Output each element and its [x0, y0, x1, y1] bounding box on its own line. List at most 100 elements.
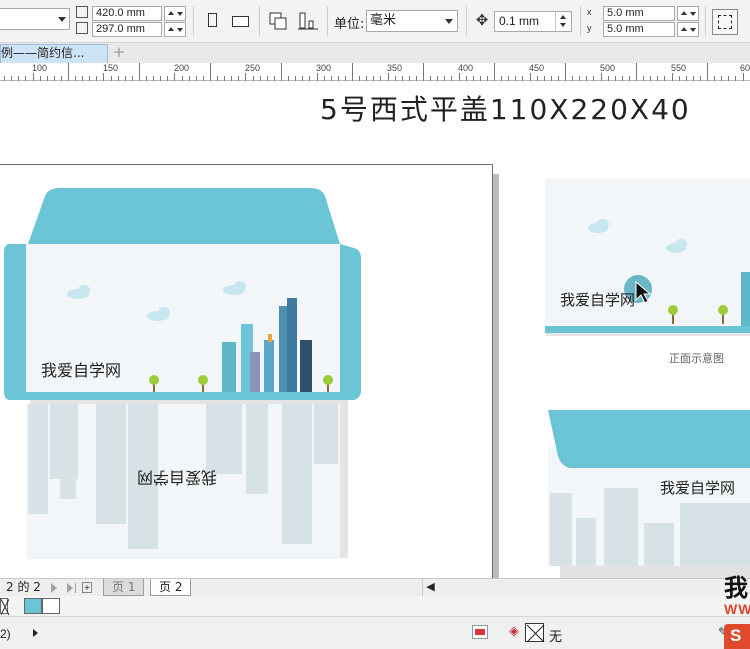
- arrow-down-icon: [177, 28, 183, 32]
- nudge-value: 0.1 mm: [499, 14, 540, 28]
- envelope-top-flap: [28, 188, 340, 244]
- no-color-icon: [526, 624, 545, 643]
- last-page-icon[interactable]: [67, 583, 73, 593]
- ruler-label: 350: [387, 63, 403, 73]
- watermark-url: WW: [724, 601, 750, 617]
- front-view-caption: 正面示意图: [669, 352, 724, 365]
- page-width-stepper[interactable]: [164, 6, 186, 21]
- envelope-spec-heading: 5号西式平盖110X220X40: [320, 93, 691, 126]
- all-pages-icon: [269, 12, 287, 30]
- brand-name-front: 我爱自学网: [41, 361, 122, 380]
- nudge-distance-input[interactable]: 0.1 mm: [494, 11, 572, 32]
- ruler-label: 150: [103, 63, 119, 73]
- arrow-up-icon: [681, 11, 687, 15]
- cyan-swatch[interactable]: [24, 598, 42, 614]
- duplicate-y-icon: y: [587, 23, 592, 33]
- envelope-right-flap: [340, 244, 361, 400]
- document-tab[interactable]: 例——简约信...: [0, 44, 108, 63]
- arrow-up-icon: [168, 27, 174, 31]
- page-border: [0, 164, 493, 165]
- ruler-label: 400: [458, 63, 474, 73]
- no-color-swatch[interactable]: [0, 598, 9, 615]
- arrow-up-icon: [560, 15, 566, 19]
- ruler-label: 250: [245, 63, 261, 73]
- toolbar-separator: [705, 6, 706, 36]
- preview-shadow: [560, 566, 750, 578]
- envelope-ground-stripe: [26, 392, 340, 400]
- page-frame-icon: [718, 15, 732, 29]
- duplicate-y-input[interactable]: 5.0 mm: [603, 22, 675, 37]
- new-tab-plus-icon[interactable]: +: [111, 45, 127, 61]
- landscape-button[interactable]: [228, 9, 252, 33]
- watermark-logo-letter: S: [730, 626, 742, 645]
- height-icon: [76, 22, 88, 34]
- page-width-input[interactable]: 420.0 mm: [92, 6, 162, 21]
- arrow-down-icon: [690, 28, 696, 32]
- toolbar-separator: [193, 6, 194, 36]
- toolbar-separator: [580, 6, 581, 36]
- fill-color-icon[interactable]: [472, 625, 488, 639]
- ruler-label: 500: [600, 63, 616, 73]
- status-expand-icon[interactable]: [33, 629, 38, 637]
- color-palette: [0, 596, 750, 617]
- toolbar-separator: [259, 6, 260, 36]
- ruler-label: 300: [316, 63, 332, 73]
- fill-swatch: [475, 629, 485, 635]
- page-height-input[interactable]: 297.0 mm: [92, 22, 162, 37]
- drawing-canvas[interactable]: 5号西式平盖110X220X40 我爱自学网 我爱自学网 我爱自学网 正面示意图…: [0, 82, 750, 578]
- no-color-icon: [1, 599, 9, 615]
- page-shadow: [493, 174, 499, 578]
- page-height-stepper[interactable]: [164, 22, 186, 37]
- chevron-down-icon: [58, 17, 66, 22]
- status-coordinates: 2): [0, 627, 11, 641]
- status-bar: 2) ◈ 无 ✎: [0, 617, 750, 649]
- ruler-label: 60: [740, 63, 750, 73]
- duplicate-x-stepper[interactable]: [677, 6, 699, 21]
- arrow-down-icon: [177, 12, 183, 16]
- current-page-button[interactable]: [296, 9, 320, 33]
- landscape-page-icon: [232, 16, 249, 27]
- ruler-label: 100: [32, 63, 48, 73]
- arrow-up-icon: [681, 27, 687, 31]
- page-navigator: 2 的 2 + 页 1 页 2 ◀: [0, 578, 750, 596]
- ruler-label: 200: [174, 63, 190, 73]
- tab-page-1[interactable]: 页 1: [103, 579, 145, 596]
- nudge-stepper[interactable]: [555, 12, 571, 31]
- arrow-down-icon: [560, 23, 566, 27]
- property-bar: 420.0 mm 297.0 mm 单位: 毫米 ✥ 0.1 mm x 5.0 …: [0, 0, 750, 43]
- preview-ground-stripe: [545, 326, 750, 333]
- portrait-button[interactable]: [200, 9, 224, 33]
- toolbar-separator: [327, 6, 328, 36]
- outline-none-label: 无: [549, 630, 563, 645]
- duplicate-y-stepper[interactable]: [677, 22, 699, 37]
- watermark-text: 我: [724, 573, 748, 602]
- units-dropdown[interactable]: 毫米: [366, 10, 458, 32]
- document-tab-bar: 例——简约信... +: [0, 43, 750, 63]
- outline-none-swatch[interactable]: [525, 623, 545, 643]
- ruler-label: 550: [671, 63, 687, 73]
- scroll-left-icon[interactable]: ◀: [422, 579, 438, 596]
- add-page-icon[interactable]: +: [82, 582, 92, 593]
- brand-name-mirrored: 我爱自学网: [137, 468, 218, 487]
- tab-page-2[interactable]: 页 2: [150, 579, 192, 596]
- watermark-logo: S: [724, 624, 750, 649]
- arrow-down-icon: [690, 12, 696, 16]
- current-page-icon: [298, 12, 318, 30]
- ruler-label: 450: [529, 63, 545, 73]
- portrait-page-icon: [208, 13, 217, 27]
- all-pages-button[interactable]: [266, 9, 290, 33]
- horizontal-ruler[interactable]: 100 150 200 250 300 350 400 450 500 550 …: [0, 63, 750, 81]
- outline-pen-icon[interactable]: ◈: [506, 624, 522, 640]
- white-swatch[interactable]: [42, 598, 60, 614]
- page-count: 2 的 2: [6, 580, 41, 594]
- width-icon: [76, 6, 88, 18]
- envelope-front-preview[interactable]: [540, 176, 750, 336]
- nudge-icon: ✥: [475, 11, 489, 29]
- last-page-bar: [75, 583, 76, 593]
- toolbar-separator: [466, 6, 467, 36]
- page-frame-button[interactable]: [712, 9, 738, 35]
- duplicate-x-input[interactable]: 5.0 mm: [603, 6, 675, 21]
- units-value: 毫米: [370, 13, 397, 28]
- paper-size-dropdown[interactable]: [0, 8, 70, 30]
- next-page-icon[interactable]: [51, 583, 57, 593]
